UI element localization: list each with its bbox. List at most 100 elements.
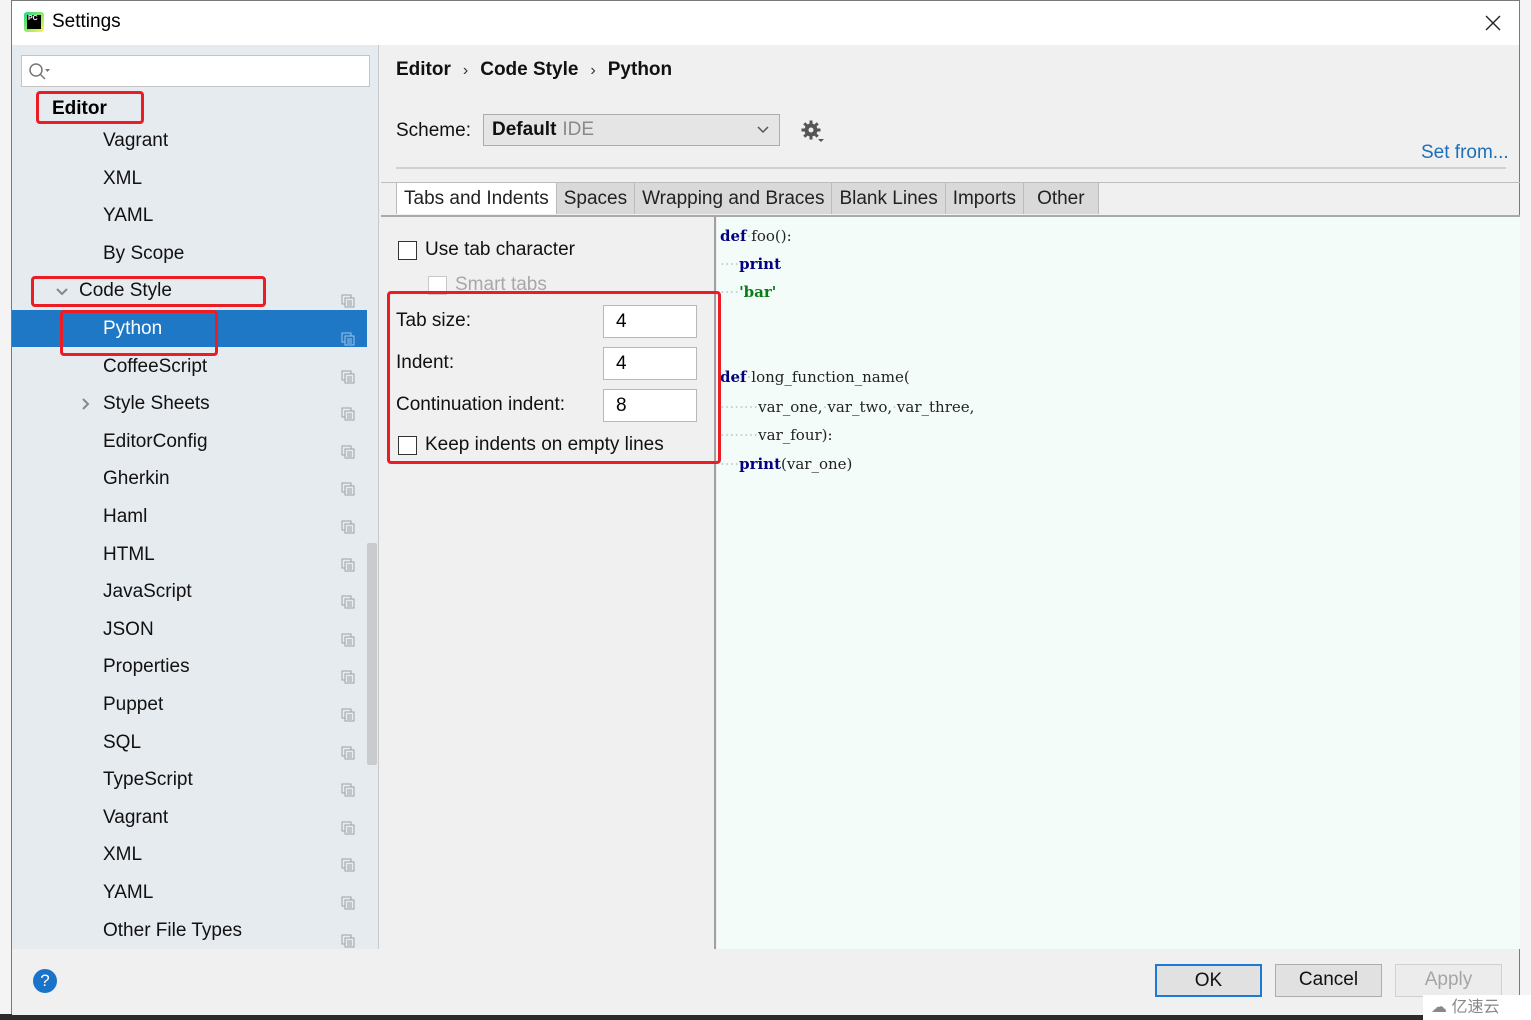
scheme-actions-button[interactable]	[800, 119, 826, 145]
code-style-tabs: Tabs and Indents Spaces Wrapping and Brace…	[396, 183, 1099, 214]
breadcrumb-item[interactable]: Code Style	[480, 59, 578, 80]
sidebar-item-vagrant[interactable]: Vagrant	[12, 799, 367, 836]
sidebar-item-style-sheets[interactable]: Style Sheets	[12, 385, 367, 422]
close-button[interactable]	[1479, 9, 1507, 37]
project-copy-icon	[341, 736, 355, 760]
whitespace-marker: ········	[720, 398, 759, 416]
project-copy-icon	[341, 548, 355, 572]
sidebar-item-label: YAML	[103, 882, 154, 903]
sidebar-item-label: JavaScript	[103, 581, 192, 603]
sidebar-item-label: Other File Types	[103, 919, 243, 941]
continuation-indent-input[interactable]	[603, 389, 697, 422]
sidebar-item-gherkin[interactable]: Gherkin	[12, 460, 367, 497]
code-preview: def·foo(): ····print ····'bar' def·long_fun…	[717, 217, 1520, 949]
cancel-button[interactable]: Cancel	[1275, 964, 1382, 997]
tab-imports[interactable]: Imports	[944, 183, 1024, 214]
checkbox-label: Smart tabs	[455, 274, 547, 295]
sidebar-item-other-file-types[interactable]: Other File Types	[12, 912, 367, 949]
breadcrumb-item[interactable]: Editor	[396, 59, 451, 80]
project-copy-icon	[341, 698, 355, 722]
window-title: Settings	[52, 11, 121, 32]
project-copy-icon	[341, 585, 355, 609]
code-keyword: print	[739, 455, 782, 473]
sidebar-item-yaml[interactable]: YAML	[12, 874, 367, 911]
apply-button[interactable]: Apply	[1395, 964, 1502, 997]
code-token: var_one,	[758, 398, 823, 416]
background-window-right	[1519, 0, 1531, 1020]
project-copy-icon	[341, 924, 355, 948]
code-token: var_three,	[896, 398, 975, 416]
indent-input[interactable]	[603, 347, 697, 380]
scheme-value: Default	[492, 119, 557, 140]
breadcrumb: Editor › Code Style › Python	[396, 59, 672, 81]
code-keyword: print	[739, 255, 782, 273]
sidebar-item-label: TypeScript	[103, 769, 193, 791]
sidebar-item-label: Puppet	[103, 694, 164, 715]
sidebar-item-label: Haml	[103, 506, 148, 527]
sidebar-item-typescript[interactable]: TypeScript	[12, 761, 367, 798]
use-tab-character-checkbox[interactable]: Use tab character	[398, 239, 575, 261]
sidebar-item-coffeescript[interactable]: CoffeeScript	[12, 348, 367, 385]
close-icon	[1485, 15, 1501, 31]
tab-tabs-and-indents[interactable]: Tabs and Indents	[396, 183, 556, 214]
scheme-dropdown[interactable]: Default IDE	[483, 114, 780, 146]
tab-spaces[interactable]: Spaces	[555, 183, 635, 214]
pycharm-icon: PC	[24, 12, 44, 32]
code-string: 'bar'	[739, 283, 777, 301]
project-copy-icon	[341, 472, 355, 496]
set-from-link[interactable]: Set from...	[1421, 142, 1509, 164]
cloud-icon: ☁	[1431, 999, 1447, 1016]
sidebar-item-vagrant[interactable]: Vagrant	[12, 122, 367, 159]
dialog-footer: ? OK Cancel Apply	[12, 949, 1519, 1015]
checkbox-box	[428, 275, 447, 295]
sidebar-item-xml[interactable]: XML	[12, 160, 367, 197]
project-copy-icon	[341, 811, 355, 835]
chevron-down-icon[interactable]	[55, 272, 69, 309]
tab-size-label: Tab size:	[396, 310, 471, 331]
code-keyword: def	[720, 368, 747, 386]
sidebar-item-properties[interactable]: Properties	[12, 648, 367, 685]
smart-tabs-checkbox: Smart tabs	[428, 274, 547, 296]
ok-button[interactable]: OK	[1155, 964, 1262, 997]
code-keyword: def	[720, 227, 747, 245]
title-bar: PC Settings	[12, 1, 1519, 45]
tree-heading-editor[interactable]: Editor	[52, 98, 107, 120]
code-line: ····print	[720, 255, 781, 273]
sidebar-item-label: Properties	[103, 656, 190, 678]
sidebar-item-sql[interactable]: SQL	[12, 724, 367, 761]
project-copy-icon	[341, 322, 355, 346]
tab-blank-lines[interactable]: Blank Lines	[831, 183, 945, 214]
sidebar-item-javascript[interactable]: JavaScript	[12, 573, 367, 610]
checkbox-box[interactable]	[398, 435, 417, 455]
tab-wrapping-and-braces[interactable]: Wrapping and Braces	[634, 183, 832, 214]
chevron-down-icon	[757, 126, 769, 134]
sidebar-item-json[interactable]: JSON	[12, 611, 367, 648]
gear-icon	[801, 120, 824, 142]
code-line: def·long_function_name(	[720, 368, 910, 386]
sidebar-item-haml[interactable]: Haml	[12, 498, 367, 535]
keep-indents-checkbox[interactable]: Keep indents on empty lines	[398, 434, 664, 456]
search-input[interactable]	[54, 59, 364, 83]
sidebar-item-code-style[interactable]: Code Style	[12, 272, 367, 309]
whitespace-marker: ········	[720, 426, 759, 444]
sidebar-item-xml[interactable]: XML	[12, 836, 367, 873]
sidebar-item-python[interactable]: Python	[12, 310, 367, 347]
sidebar-item-yaml[interactable]: YAML	[12, 197, 367, 234]
sidebar-item-by-scope[interactable]: By Scope	[12, 235, 367, 272]
help-button[interactable]: ?	[33, 969, 57, 993]
sidebar-item-editorconfig[interactable]: EditorConfig	[12, 423, 367, 460]
sidebar-item-html[interactable]: HTML	[12, 536, 367, 573]
sidebar-item-label: XML	[103, 844, 143, 866]
project-copy-icon	[341, 848, 355, 872]
sidebar-item-puppet[interactable]: Puppet	[12, 686, 367, 723]
chevron-right-icon[interactable]	[79, 385, 93, 422]
code-line: ····'bar'	[720, 283, 776, 301]
settings-search[interactable]	[21, 55, 370, 87]
tab-other[interactable]: Other	[1023, 183, 1099, 214]
checkbox-box[interactable]	[398, 240, 417, 260]
scheme-qualifier: IDE	[562, 119, 595, 140]
sidebar-item-label: Vagrant	[103, 806, 169, 828]
code-token: long_function_name(	[751, 368, 910, 386]
tab-size-input[interactable]	[603, 305, 697, 338]
sidebar-scrollbar[interactable]	[367, 543, 377, 765]
